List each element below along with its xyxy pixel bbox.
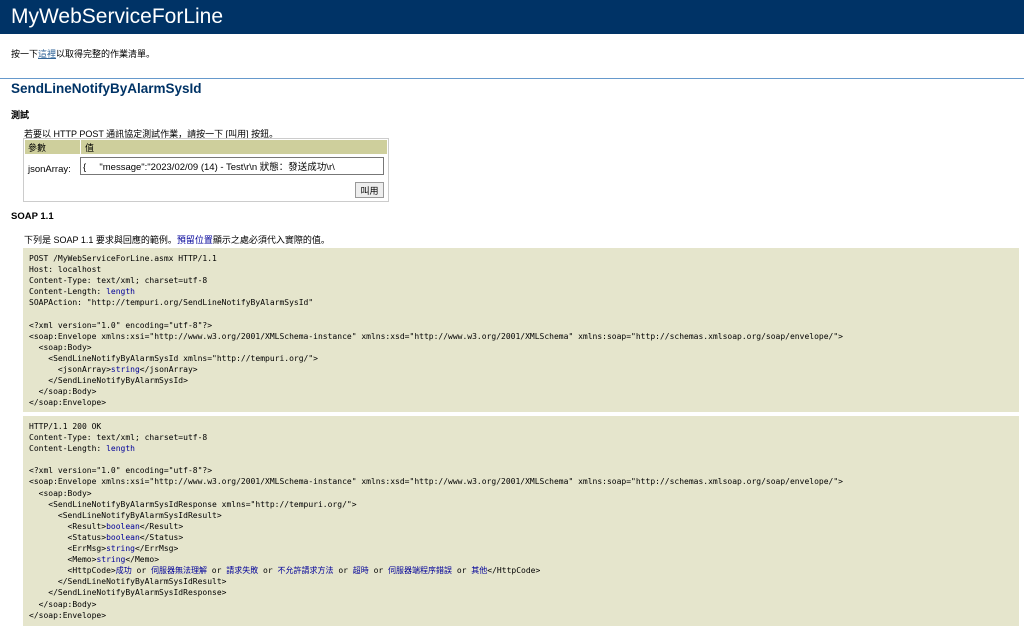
placeholder-value: 其他: [471, 566, 488, 576]
soap-request-sample: POST /MyWebServiceForLine.asmx HTTP/1.1 …: [23, 248, 1019, 412]
code-line: <soap:Envelope xmlns:xsi="http://www.w3.…: [29, 477, 843, 487]
intro-prefix: 按一下: [11, 49, 39, 59]
code-line: </SendLineNotifyByAlarmSysIdResponse>: [29, 588, 227, 598]
param-column-header: 參數: [28, 143, 47, 153]
code-line: <Memo>: [29, 555, 97, 565]
test-form: 參數 值 jsonArray: 叫用: [23, 138, 389, 202]
code-line: <?xml version="1.0" encoding="utf-8"?>: [29, 466, 213, 476]
operation-title: SendLineNotifyByAlarmSysId: [11, 81, 202, 96]
intro-text: 按一下這裡以取得完整的作業清單。: [11, 47, 155, 60]
or-keyword: or: [452, 566, 472, 576]
code-line: <SendLineNotifyByAlarmSysIdResponse xmln…: [29, 499, 357, 509]
code-line: </soap:Body>: [29, 387, 97, 397]
placeholder-value: length: [106, 444, 135, 454]
placeholder-value: 不允許請求方法: [277, 566, 334, 576]
code-line: POST /MyWebServiceForLine.asmx HTTP/1.1: [29, 254, 217, 263]
or-keyword: or: [131, 566, 151, 576]
code-line: <Status>: [29, 532, 107, 542]
code-line: </Memo>: [125, 555, 160, 565]
placeholder-value: 伺服器無法理解: [150, 566, 207, 576]
test-heading: 測試: [11, 110, 30, 120]
code-line: <HttpCode>: [29, 566, 116, 576]
code-line: </ErrMsg>: [134, 544, 179, 554]
soap-description: 下列是 SOAP 1.1 要求與回應的範例。預留位置顯示之處必須代入實際的值。: [24, 233, 330, 246]
param-label: jsonArray:: [28, 164, 71, 175]
soap-response-sample: HTTP/1.1 200 OK Content-Type: text/xml; …: [23, 416, 1019, 626]
code-line: </HttpCode>: [487, 566, 541, 576]
code-line: <soap:Body>: [29, 342, 92, 352]
placeholder-value: 超時: [352, 566, 369, 576]
soap-desc-prefix: 下列是 SOAP 1.1 要求與回應的範例。: [24, 235, 177, 245]
code-line: Content-Length:: [29, 444, 107, 454]
placeholder-value: boolean: [106, 532, 140, 542]
placeholder-value: 成功: [115, 566, 132, 576]
placeholder-value: string: [106, 544, 135, 554]
code-line: Content-Length:: [29, 287, 107, 297]
soap-heading: SOAP 1.1: [11, 211, 54, 222]
code-line: <soap:Body>: [29, 488, 92, 498]
jsonarray-input[interactable]: [80, 157, 384, 175]
code-line: Content-Type: text/xml; charset=utf-8: [29, 276, 208, 286]
operations-list-link[interactable]: 這裡: [38, 49, 56, 59]
placeholder-value: boolean: [106, 521, 140, 531]
code-line: <?xml version="1.0" encoding="utf-8"?>: [29, 320, 213, 330]
header-separator: [80, 140, 81, 154]
invoke-button[interactable]: 叫用: [355, 182, 384, 198]
code-line: <SendLineNotifyByAlarmSysIdResult>: [29, 510, 222, 520]
intro-suffix: 以取得完整的作業清單。: [56, 49, 156, 59]
code-line: </soap:Body>: [29, 599, 97, 609]
code-line: </jsonArray>: [139, 364, 198, 374]
code-line: <SendLineNotifyByAlarmSysId xmlns="http:…: [29, 353, 318, 363]
placeholder-value: length: [106, 287, 135, 297]
code-line: </soap:Envelope>: [29, 398, 107, 408]
header-banner: MyWebServiceForLine: [0, 0, 1024, 34]
code-line: Content-Type: text/xml; charset=utf-8: [29, 433, 208, 443]
code-line: <jsonArray>: [29, 364, 111, 374]
code-line: <soap:Envelope xmlns:xsi="http://www.w3.…: [29, 331, 843, 341]
or-keyword: or: [206, 566, 227, 576]
placeholder-value: string: [110, 364, 140, 374]
placeholder-value: string: [96, 555, 126, 565]
placeholder-value: 請求失敗: [226, 566, 259, 576]
code-line: </Status>: [139, 532, 184, 542]
code-line: HTTP/1.1 200 OK: [29, 422, 102, 431]
divider: [0, 78, 1024, 79]
code-line: </SendLineNotifyByAlarmSysId>: [29, 376, 188, 386]
code-line: </SendLineNotifyByAlarmSysIdResult>: [29, 577, 227, 587]
soap-desc-placeholder: 預留位置: [176, 235, 213, 245]
code-line: SOAPAction: "http://tempuri.org/SendLine…: [29, 298, 314, 308]
code-line: </soap:Envelope>: [29, 610, 107, 620]
or-keyword: or: [258, 566, 278, 576]
code-line: <ErrMsg>: [29, 544, 107, 554]
param-table-header: 參數 值: [25, 140, 387, 154]
placeholder-value: 伺服器端程序錯誤: [388, 566, 453, 576]
code-line: Host: localhost: [29, 265, 102, 275]
or-keyword: or: [368, 566, 389, 576]
value-column-header: 值: [85, 143, 95, 153]
or-keyword: or: [333, 566, 353, 576]
soap-desc-suffix: 顯示之處必須代入實際的值。: [212, 235, 330, 245]
service-title: MyWebServiceForLine: [11, 5, 224, 28]
code-line: </Result>: [139, 521, 184, 531]
code-line: <Result>: [29, 521, 107, 531]
